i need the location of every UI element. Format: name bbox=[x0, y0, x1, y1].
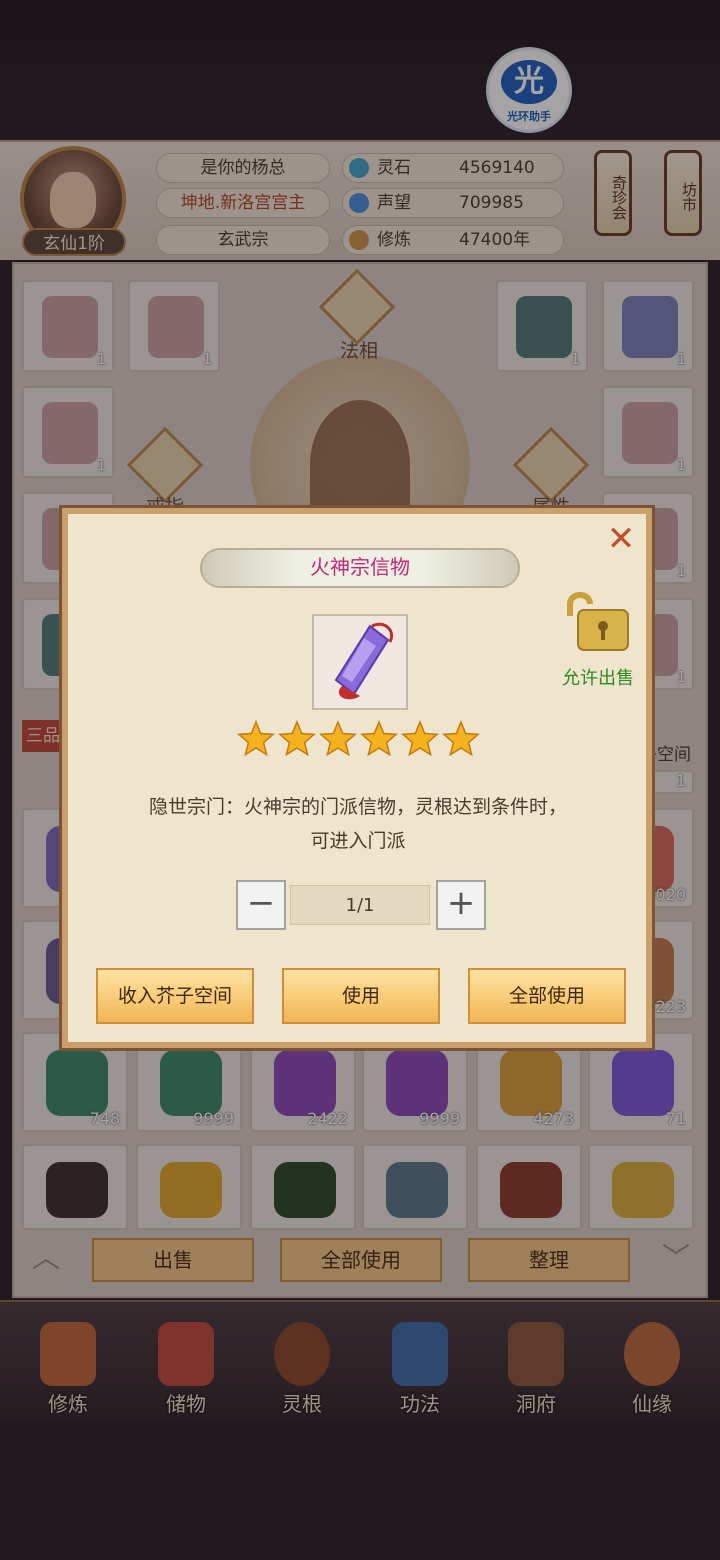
star-icon bbox=[278, 720, 316, 757]
star-icon bbox=[360, 720, 398, 757]
star-icon bbox=[442, 720, 480, 757]
allow-sell-label: 允许出售 bbox=[562, 668, 634, 689]
store-to-space-button[interactable]: 收入芥子空间 bbox=[96, 968, 254, 1024]
item-title: 火神宗信物 bbox=[310, 555, 410, 579]
sect-token-icon bbox=[334, 622, 393, 700]
item-description-line2: 可进入门派 bbox=[310, 830, 406, 852]
star-icon bbox=[401, 720, 439, 757]
star-icon bbox=[237, 720, 275, 757]
unlocked-lock-icon bbox=[560, 586, 634, 652]
item-icon-frame bbox=[312, 614, 408, 710]
star-rating bbox=[236, 720, 486, 760]
decrease-quantity-button[interactable]: − bbox=[236, 880, 286, 930]
use-all-modal-button[interactable]: 全部使用 bbox=[468, 968, 626, 1024]
increase-quantity-button[interactable]: + bbox=[436, 880, 486, 930]
quantity-display[interactable]: 1/1 bbox=[290, 885, 430, 925]
close-icon[interactable]: ✕ bbox=[606, 522, 636, 556]
use-button[interactable]: 使用 bbox=[282, 968, 440, 1024]
star-icon bbox=[319, 720, 357, 757]
item-description-line1: 隐世宗门：火神宗的门派信物，灵根达到条件时， bbox=[148, 796, 567, 818]
